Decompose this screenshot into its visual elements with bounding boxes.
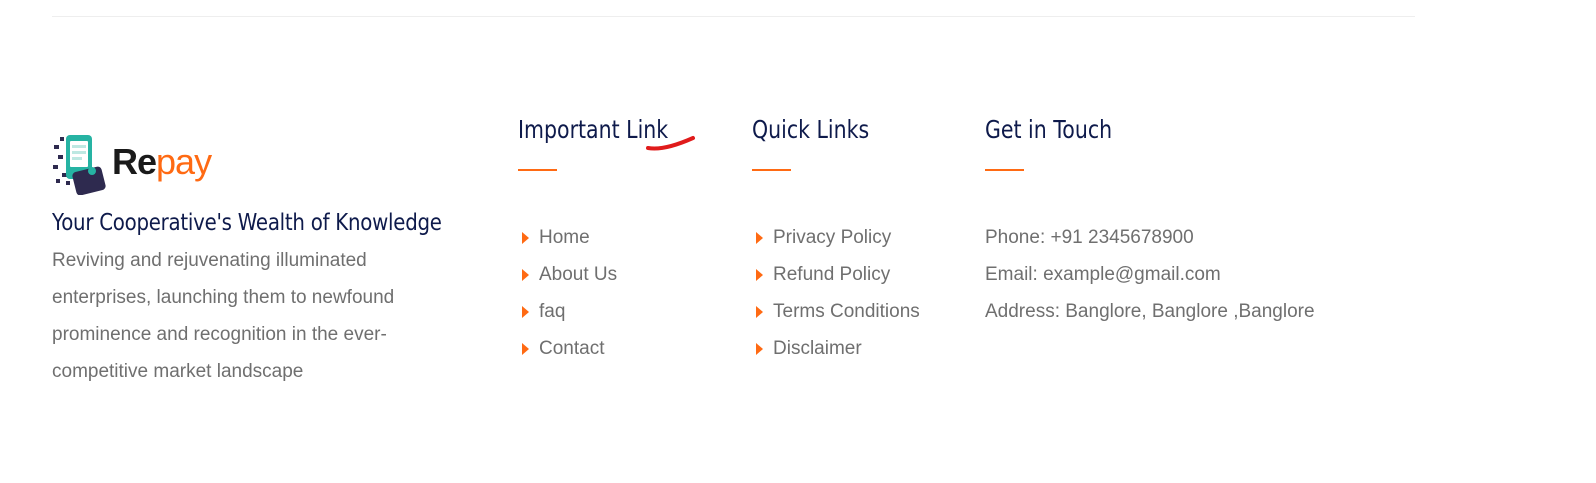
caret-right-icon — [756, 305, 763, 318]
caret-right-icon — [522, 268, 529, 281]
title-underline — [985, 169, 1024, 171]
important-links-list: Home About Us faq Contact — [518, 219, 701, 367]
link-terms-conditions[interactable]: Terms Conditions — [752, 293, 920, 330]
red-pen-annotation — [646, 136, 695, 151]
quick-links-section: Quick Links Privacy Policy Refund Policy… — [752, 112, 920, 367]
link-about-us[interactable]: About Us — [518, 256, 701, 293]
contact-address: Address: Banglore, Banglore ,Banglore — [985, 301, 1315, 322]
phone-wallet-icon — [53, 135, 106, 195]
contact-title: Get in Touch — [985, 115, 1113, 144]
tagline: Your Cooperative's Wealth of Knowledge — [52, 210, 442, 236]
caret-right-icon — [756, 231, 763, 244]
link-faq[interactable]: faq — [518, 293, 701, 330]
quick-links-list: Privacy Policy Refund Policy Terms Condi… — [752, 219, 920, 367]
link-privacy-policy[interactable]: Privacy Policy — [752, 219, 920, 256]
top-divider — [52, 16, 1415, 17]
footer-about: Repay Your Cooperative's Wealth of Knowl… — [52, 128, 472, 390]
title-underline — [752, 169, 791, 171]
contact-list: Phone: +91 2345678900 Email: example@gma… — [985, 219, 1315, 330]
logo-text: Repay — [112, 141, 212, 182]
link-refund-policy[interactable]: Refund Policy — [752, 256, 920, 293]
caret-right-icon — [522, 231, 529, 244]
title-underline — [518, 169, 557, 171]
logo[interactable]: Repay — [52, 128, 472, 196]
caret-right-icon — [756, 268, 763, 281]
quick-links-title: Quick Links — [752, 115, 870, 144]
contact-phone[interactable]: Phone: +91 2345678900 — [985, 219, 1315, 256]
link-disclaimer[interactable]: Disclaimer — [752, 330, 920, 367]
caret-right-icon — [522, 342, 529, 355]
link-contact[interactable]: Contact — [518, 330, 701, 367]
about-description: Reviving and rejuvenating illuminated en… — [52, 250, 395, 382]
link-home[interactable]: Home — [518, 219, 701, 256]
contact-section: Get in Touch Phone: +91 2345678900 Email… — [985, 112, 1315, 330]
caret-right-icon — [756, 342, 763, 355]
contact-email[interactable]: Email: example@gmail.com — [985, 256, 1315, 293]
caret-right-icon — [522, 305, 529, 318]
